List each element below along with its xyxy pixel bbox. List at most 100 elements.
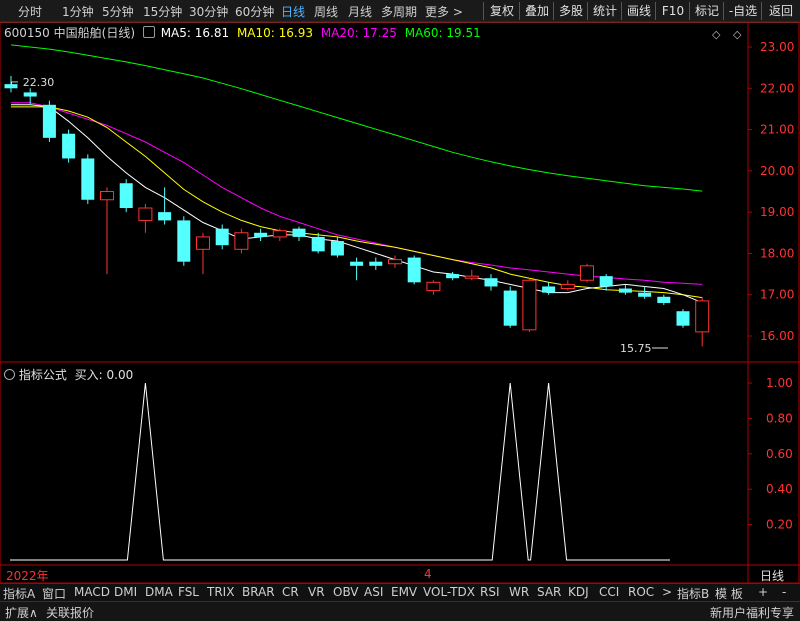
stock-name: 中国船舶 (53, 26, 102, 40)
tab-vol-tdx[interactable]: VOL-TDX (423, 585, 475, 599)
tab-wr[interactable]: WR (509, 585, 529, 599)
tab-cr[interactable]: CR (282, 585, 299, 599)
multi-stock-button[interactable]: 多股 (553, 2, 588, 20)
candle-body (580, 265, 594, 281)
tab-obv[interactable]: OBV (333, 585, 359, 599)
candle-body (369, 261, 383, 266)
settings-gear-icon[interactable] (142, 26, 155, 38)
indicator-tick-label: 0.40 (766, 482, 793, 496)
candle-body (618, 288, 632, 293)
low-price-label: 15.75 (620, 342, 652, 355)
candle-body (4, 84, 18, 89)
period-tab-1min[interactable]: 1分钟 (62, 3, 94, 20)
watchlist-remove-button[interactable]: -自选 (723, 2, 762, 20)
tab-dmi[interactable]: DMI (114, 585, 137, 599)
indicator-collapse-icon[interactable] (4, 369, 15, 380)
stock-code: 600150 (4, 26, 50, 40)
chart-canvas[interactable]: ◇ ◇ 23.00 22.00 21.00 20.00 19.00 18.00 17.00 16.… (0, 0, 800, 620)
price-tick-label: 16.00 (760, 329, 794, 343)
new-user-promo-link[interactable]: 新用户福利专享 (710, 604, 794, 621)
date-label-year: 2022年 (6, 569, 49, 583)
candle-body (62, 133, 76, 159)
tab-indicator-b[interactable]: 指标B (677, 585, 709, 602)
candle-body (350, 261, 364, 266)
candle-body (657, 296, 671, 303)
tab-dma[interactable]: DMA (145, 585, 173, 599)
candle-body (638, 292, 652, 297)
period-tab-5min[interactable]: 5分钟 (102, 3, 134, 20)
overlay-button[interactable]: 叠加 (519, 2, 554, 20)
period-tab-multi[interactable]: 多周期 (381, 3, 417, 20)
indicator-tabs: 指标A 窗口 MACD DMI DMA FSL TRIX BRAR CR VR … (0, 583, 800, 601)
tab-kdj[interactable]: KDJ (568, 585, 589, 599)
period-tab-weekly[interactable]: 周线 (314, 3, 338, 20)
f10-button[interactable]: F10 (655, 2, 690, 20)
candle-body (292, 228, 306, 237)
indicator-header: 指标公式 买入: 0.00 (4, 366, 133, 383)
candle-body (234, 232, 249, 250)
related-quotes-button[interactable]: 关联报价 (46, 604, 94, 621)
candle-body (676, 311, 690, 326)
period-tab-monthly[interactable]: 月线 (348, 3, 372, 20)
candle-body (446, 274, 460, 279)
tab-emv[interactable]: EMV (391, 585, 417, 599)
candle-body (560, 283, 575, 290)
tab-brar[interactable]: BRAR (242, 585, 275, 599)
indicator-title[interactable]: 指标公式 (19, 368, 67, 382)
period-tab-30min[interactable]: 30分钟 (189, 3, 228, 20)
signal-line (10, 382, 670, 561)
ma60-line (10, 44, 703, 192)
tab-sar[interactable]: SAR (537, 585, 561, 599)
period-tab-15min[interactable]: 15分钟 (143, 3, 182, 20)
tab-cci[interactable]: CCI (599, 585, 619, 599)
period-indicator-label: 日线 (760, 569, 785, 583)
candle-body (138, 207, 153, 221)
ma5-line (11, 104, 703, 304)
mark-button[interactable]: 标记 (689, 2, 724, 20)
period-toolbar: 分时 1分钟 5分钟 15分钟 30分钟 60分钟 日线 周线 月线 多周期 更… (0, 0, 800, 23)
period-tab-fenshi[interactable]: 分时 (18, 3, 42, 20)
price-tick-label: 17.00 (760, 288, 794, 302)
candle-body (100, 191, 114, 201)
indicator-tick-label: 0.60 (766, 447, 793, 461)
price-tick-label: 18.00 (760, 246, 794, 260)
price-tick-label: 19.00 (760, 205, 794, 219)
candle-body (272, 230, 287, 238)
tab-remove[interactable]: - (782, 585, 786, 599)
back-button[interactable]: 返回 (761, 2, 800, 20)
candle-body (542, 286, 556, 293)
draw-line-button[interactable]: 画线 (621, 2, 656, 20)
candle-body (407, 257, 421, 283)
high-price-label: ⌐ 22.30 (10, 76, 54, 89)
tab-window[interactable]: 窗口 (42, 585, 66, 602)
tab-vr[interactable]: VR (308, 585, 325, 599)
tab-fsl[interactable]: FSL (178, 585, 199, 599)
candle-body (177, 220, 191, 262)
date-label-month: 4 (424, 567, 432, 581)
period-tab-daily[interactable]: 日线 (281, 3, 305, 20)
tab-roc[interactable]: ROC (628, 585, 654, 599)
tab-trix[interactable]: TRIX (207, 585, 234, 599)
period-tab-more[interactable]: 更多 > (425, 3, 463, 20)
tab-add[interactable]: + (758, 585, 768, 599)
indicator-tick-label: 1.00 (766, 376, 793, 390)
tab-scroll-right[interactable]: > (662, 585, 672, 599)
tab-rsi[interactable]: RSI (480, 585, 500, 599)
candle-body (311, 236, 325, 252)
tab-macd[interactable]: MACD (74, 585, 110, 599)
candle-body (388, 259, 402, 265)
candle-body (522, 279, 537, 331)
chart-frame (0, 21, 800, 584)
stock-period: (日线) (101, 26, 136, 40)
candle-body (196, 236, 210, 250)
price-header: 600150 中国船舶(日线) MA5: 16.81 MA10: 16.93 M… (4, 24, 481, 41)
candle-body (254, 232, 268, 237)
candle-body (330, 241, 344, 256)
fuquan-button[interactable]: 复权 (483, 2, 520, 20)
tab-template[interactable]: 模 板 (715, 585, 743, 602)
expand-button[interactable]: 扩展∧ (5, 604, 38, 621)
tab-indicator-a[interactable]: 指标A (3, 585, 35, 602)
tab-asi[interactable]: ASI (364, 585, 383, 599)
stats-button[interactable]: 统计 (587, 2, 622, 20)
period-tab-60min[interactable]: 60分钟 (235, 3, 274, 20)
